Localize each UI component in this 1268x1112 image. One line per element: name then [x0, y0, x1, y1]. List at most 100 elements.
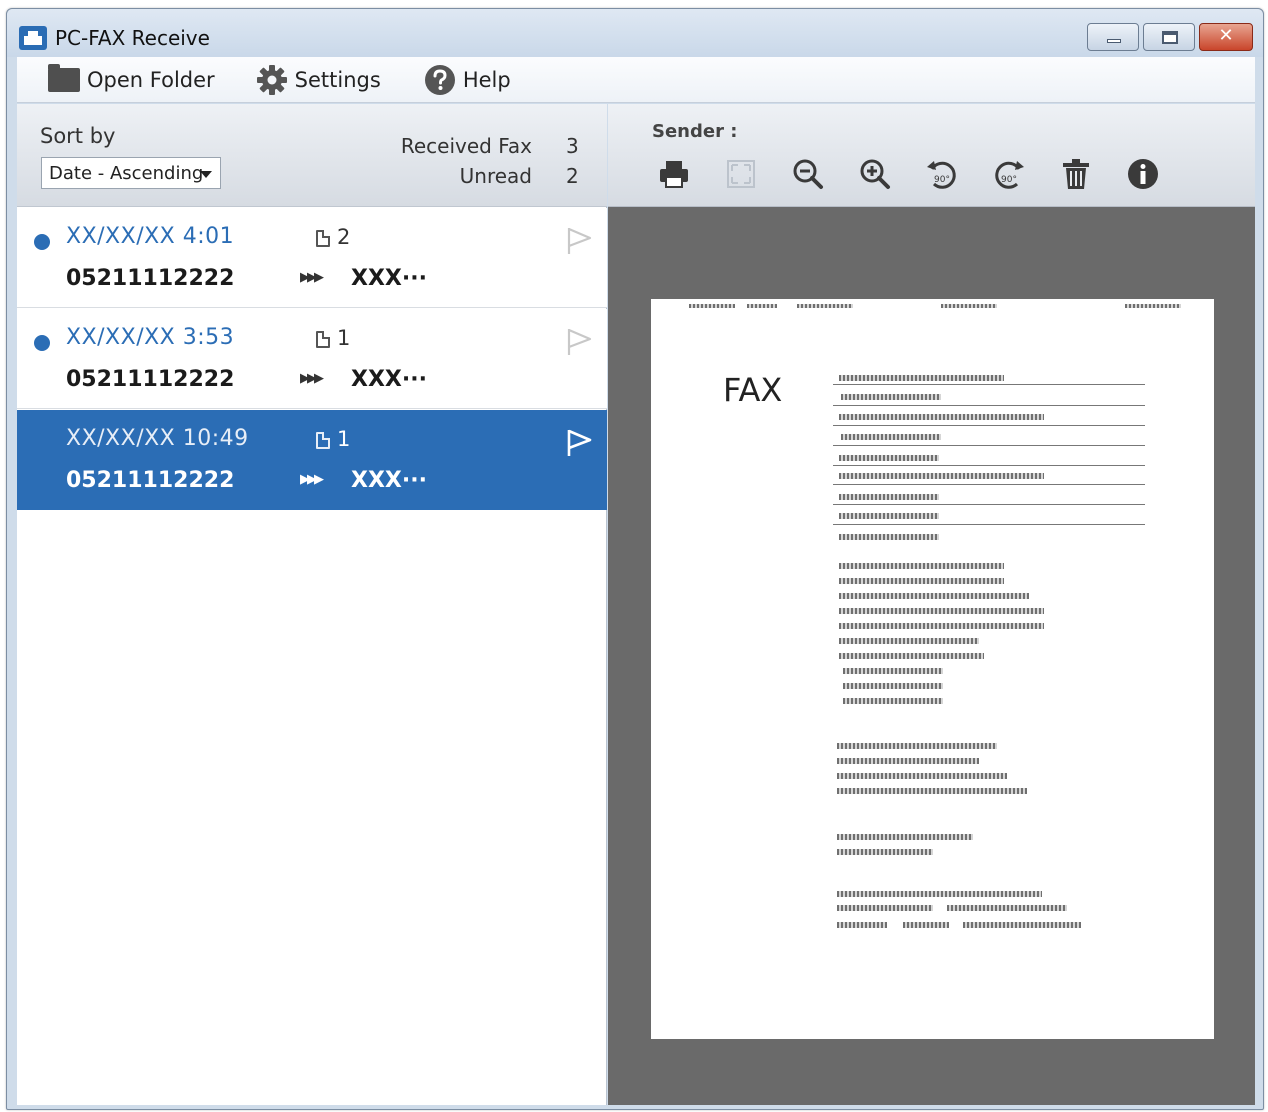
- fax-rule: [833, 405, 1145, 406]
- sender-label: Sender :: [652, 121, 738, 142]
- fax-text-line: [843, 683, 943, 689]
- minimize-button[interactable]: [1087, 23, 1139, 51]
- fax-text-line: [839, 563, 1004, 569]
- settings-button[interactable]: Settings: [255, 57, 381, 102]
- fax-rule: [833, 425, 1145, 426]
- fax-text-line: [947, 905, 1067, 911]
- fax-page-count: 2: [337, 225, 351, 249]
- zoom-in-button[interactable]: [855, 154, 895, 194]
- delete-button[interactable]: [1056, 154, 1096, 194]
- fax-rule: [833, 465, 1145, 466]
- info-icon: [1128, 159, 1158, 189]
- fax-header-strip: [797, 304, 853, 308]
- flag-icon[interactable]: [565, 327, 593, 357]
- fax-rule: [833, 445, 1145, 446]
- forward-arrows-icon: ▶▶▶: [300, 270, 324, 285]
- unread-label: Unread: [459, 164, 532, 188]
- page-icon: [316, 432, 330, 449]
- fax-header-strip: [689, 304, 735, 308]
- page-icon: [316, 230, 330, 247]
- fax-text-line: [841, 434, 941, 440]
- fax-rule: [833, 524, 1145, 525]
- help-label: Help: [462, 67, 511, 92]
- folder-icon: [47, 63, 81, 95]
- received-fax-label: Received Fax: [400, 134, 532, 158]
- fax-date: XX/XX/XX 4:01: [66, 224, 235, 249]
- info-button[interactable]: [1123, 154, 1163, 194]
- fax-list-pane: Sort by Date - Ascending Received Fax 3 …: [17, 104, 607, 1105]
- fax-text-line: [963, 922, 1081, 928]
- rotate-right-icon: 90°: [995, 161, 1024, 189]
- fax-rule: [833, 484, 1145, 485]
- maximize-icon: [1162, 31, 1178, 44]
- window-controls: ✕: [1087, 23, 1253, 51]
- fax-text-line: [839, 414, 1044, 420]
- help-button[interactable]: Help: [423, 57, 511, 102]
- fax-text-line: [839, 494, 939, 500]
- help-icon: [423, 64, 457, 95]
- fit-page-button[interactable]: [721, 154, 761, 194]
- fax-sender: XXX···: [351, 266, 427, 291]
- title-bar[interactable]: PC-FAX Receive ✕: [7, 9, 1263, 57]
- fax-list-item[interactable]: XX/XX/XX 3:53 1 05211112222 ▶▶▶ XXX···: [17, 309, 607, 409]
- fax-page-count: 1: [337, 427, 351, 451]
- menu-bar: Open Folder Settings Help: [17, 57, 1255, 103]
- unread-indicator: [34, 335, 50, 351]
- fax-list-item-selected[interactable]: XX/XX/XX 10:49 1 05211112222 ▶▶▶ XXX···: [17, 410, 607, 510]
- printer-icon: [660, 161, 688, 188]
- fax-text-line: [903, 922, 949, 928]
- open-folder-label: Open Folder: [87, 67, 215, 92]
- forward-arrows-icon: ▶▶▶: [300, 371, 324, 386]
- fax-text-line: [843, 698, 943, 704]
- fax-header-strip: [941, 304, 997, 308]
- minimize-icon: [1107, 39, 1121, 43]
- fax-text-line: [839, 455, 939, 461]
- settings-label: Settings: [294, 67, 381, 92]
- open-folder-button[interactable]: Open Folder: [47, 57, 215, 102]
- gear-icon: [255, 64, 289, 95]
- trash-icon: [1063, 159, 1089, 189]
- fax-text-line: [839, 513, 939, 519]
- close-icon: ✕: [1218, 25, 1234, 46]
- received-fax-count: 3: [566, 134, 579, 158]
- fax-text-line: [837, 773, 1007, 779]
- fax-text-line: [839, 375, 1004, 381]
- fax-text-line: [837, 743, 997, 749]
- fax-text-line: [843, 668, 943, 674]
- rotate-left-button[interactable]: 90°: [922, 154, 962, 194]
- fax-text-line: [839, 534, 939, 540]
- fax-number: 05211112222: [66, 266, 235, 291]
- fax-text-line: [837, 905, 933, 911]
- zoom-out-button[interactable]: [788, 154, 828, 194]
- maximize-button[interactable]: [1143, 23, 1195, 51]
- fax-app-icon: [19, 26, 47, 50]
- fax-text-line: [837, 788, 1027, 794]
- print-button[interactable]: [654, 154, 694, 194]
- fax-text-line: [837, 922, 887, 928]
- zoom-in-icon: [860, 159, 890, 189]
- unread-indicator: [34, 234, 50, 250]
- fax-rule: [833, 384, 1145, 385]
- fax-date: XX/XX/XX 3:53: [66, 325, 235, 350]
- fit-page-icon: [727, 160, 755, 188]
- flag-icon[interactable]: [565, 428, 593, 458]
- svg-text:90°: 90°: [1001, 175, 1017, 185]
- sort-selected-value: Date - Ascending: [49, 163, 204, 184]
- close-button[interactable]: ✕: [1199, 23, 1253, 51]
- svg-text:90°: 90°: [934, 175, 950, 185]
- flag-icon[interactable]: [565, 226, 593, 256]
- fax-text-line: [837, 834, 973, 840]
- fax-sender: XXX···: [351, 468, 427, 493]
- fax-header-strip: [1125, 304, 1181, 308]
- forward-arrows-icon: ▶▶▶: [300, 472, 324, 487]
- fax-text-line: [839, 653, 984, 659]
- rotate-right-button[interactable]: 90°: [989, 154, 1029, 194]
- fax-list-item[interactable]: XX/XX/XX 4:01 2 05211112222 ▶▶▶ XXX···: [17, 208, 607, 308]
- fax-text-line: [839, 473, 1044, 479]
- fax-page-preview[interactable]: FAX: [651, 299, 1214, 1039]
- fax-text-line: [839, 608, 1044, 614]
- fax-page-count: 1: [337, 326, 351, 350]
- fax-text-line: [839, 593, 1029, 599]
- unread-count: 2: [566, 164, 579, 188]
- sort-dropdown[interactable]: Date - Ascending: [41, 157, 221, 189]
